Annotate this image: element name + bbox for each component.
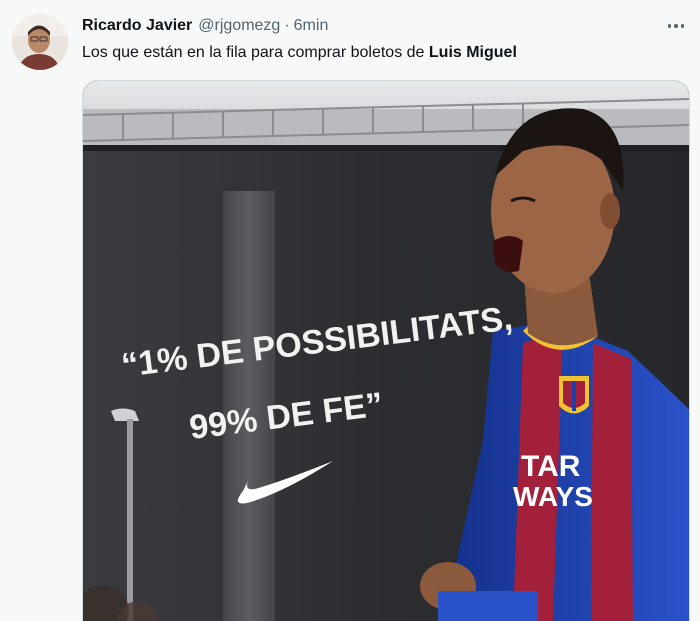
- more-options-icon[interactable]: [662, 14, 690, 38]
- tweet-text-prefix: Los que están en la fila para comprar bo…: [82, 44, 429, 61]
- tweet-text-bold: Luis Miguel: [428, 44, 517, 61]
- tweet-header: Ricardo Javier @rjgomezg · 6min: [82, 15, 328, 37]
- jersey-sponsor-line1: TAR: [521, 450, 581, 483]
- avatar[interactable]: [12, 14, 68, 70]
- separator-dot: ·: [284, 17, 290, 34]
- dot-icon: [674, 24, 678, 28]
- author-handle[interactable]: @rjgomezg: [198, 17, 280, 35]
- dot-icon: [680, 24, 685, 28]
- dot-icon: [667, 24, 672, 28]
- timestamp[interactable]: 6min: [294, 17, 329, 35]
- profile-photo: [12, 14, 68, 70]
- jersey-sponsor-line2: WAYS: [513, 481, 593, 512]
- tweet-image[interactable]: TAR WAYS “1% DE POSSIBILITATS, 99% DE FE…: [82, 80, 690, 621]
- author-name[interactable]: Ricardo Javier: [82, 17, 192, 35]
- tweet-text: Los que están en la fila para comprar bo…: [82, 42, 517, 64]
- tweet-card[interactable]: Ricardo Javier @rjgomezg · 6min Los que …: [0, 0, 700, 621]
- billboard-photo: TAR WAYS “1% DE POSSIBILITATS, 99% DE FE…: [83, 81, 689, 621]
